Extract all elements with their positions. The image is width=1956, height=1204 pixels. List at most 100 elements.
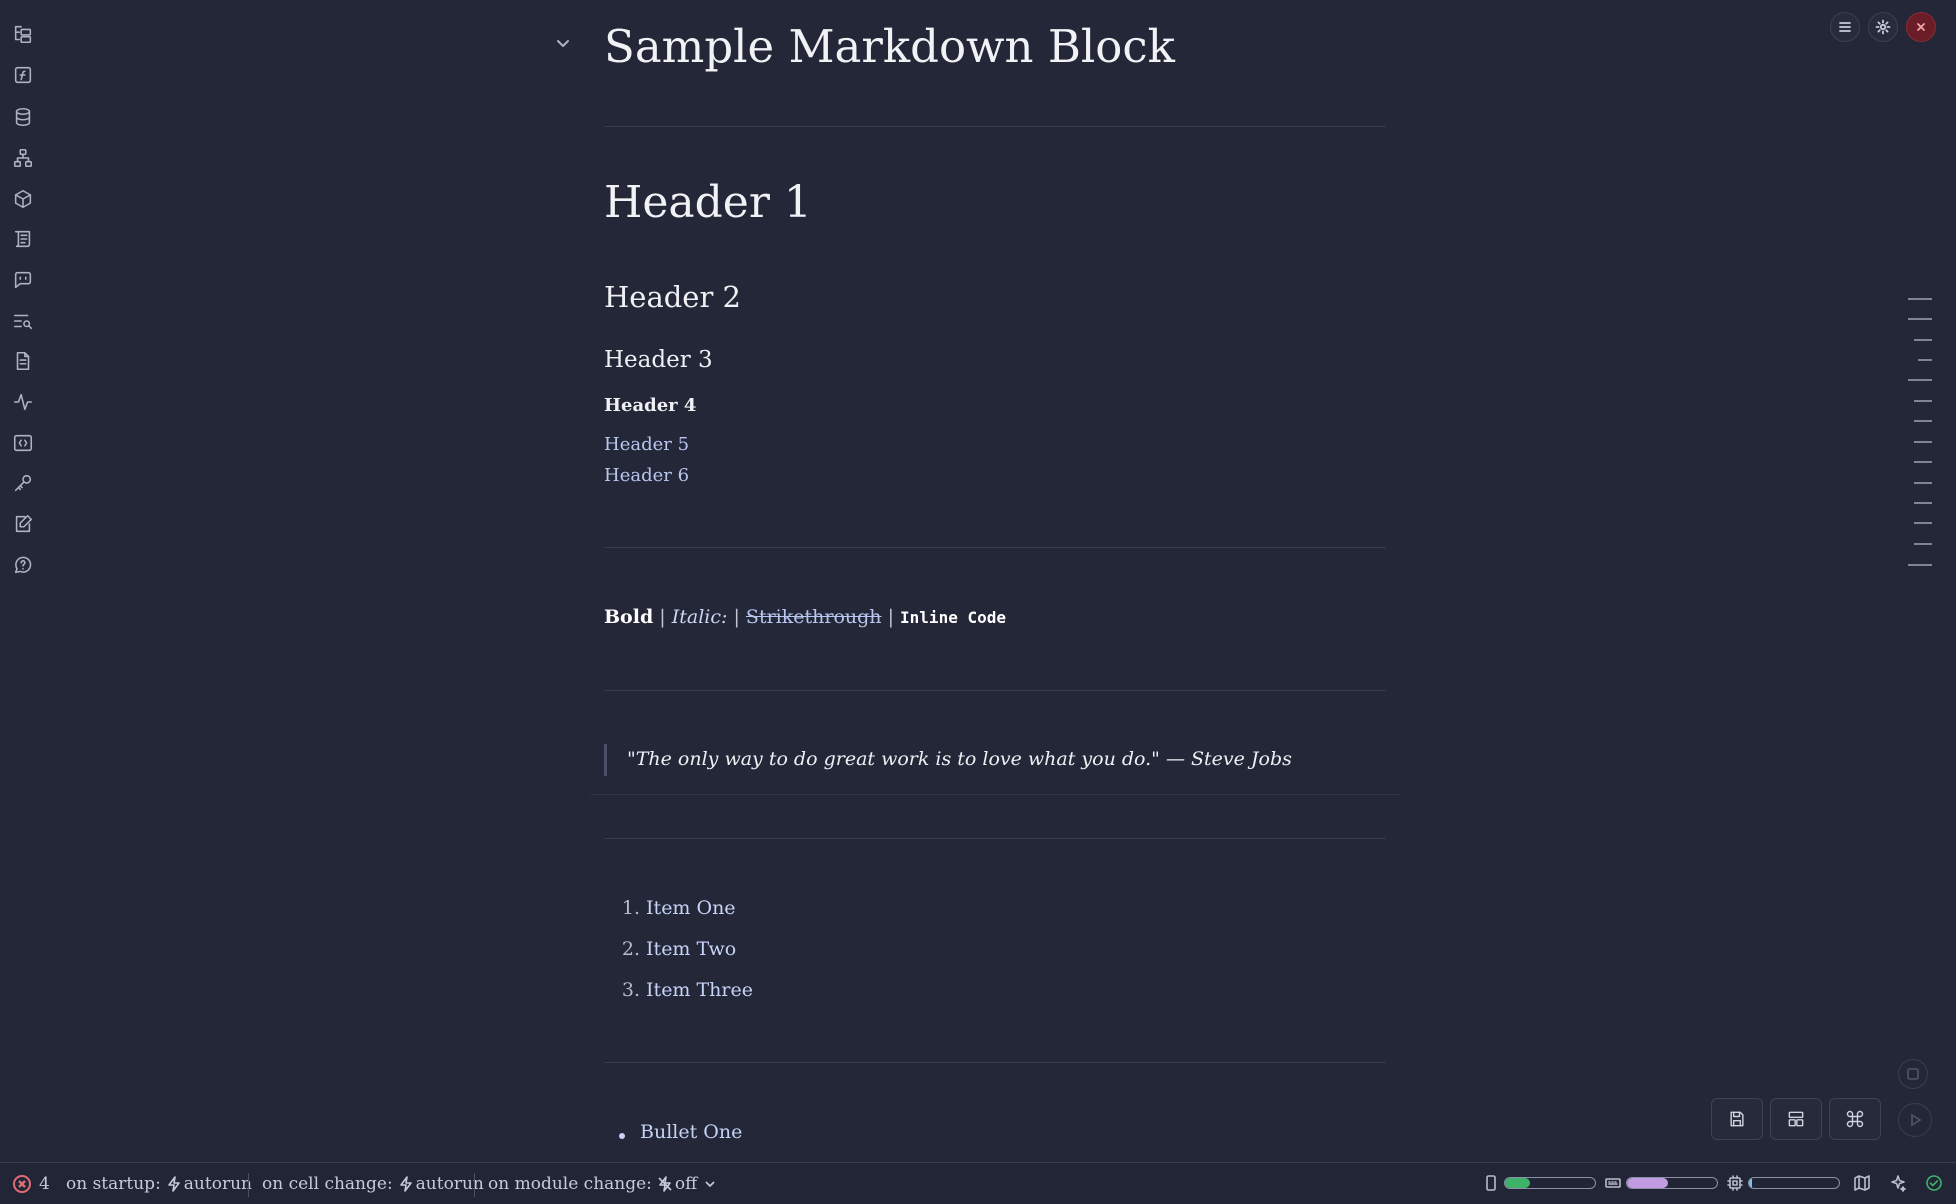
gpu-meter[interactable] [1626,1177,1718,1189]
outline-line[interactable] [1908,298,1932,300]
on-cell-change-label: on cell change: [262,1173,393,1194]
outline-line[interactable] [1914,339,1932,341]
blockquote-bar [604,744,607,776]
function-icon[interactable] [10,62,36,88]
dependency-graph-icon[interactable] [10,145,36,171]
outline-line[interactable] [1914,461,1932,463]
divider [604,547,1386,548]
cpu-meter-fill [1749,1178,1752,1188]
on-cell-change-setting[interactable]: on cell change: autorun [262,1163,484,1204]
on-startup-setting[interactable]: on startup: autorun [66,1163,252,1204]
header-6: Header 6 [604,465,690,486]
error-icon [13,1174,31,1193]
outline-line[interactable] [1914,420,1932,422]
list-number: 2. [621,938,640,960]
italic-text: Italic: [671,606,728,628]
bolt-icon [167,1175,181,1192]
sparkles-icon[interactable] [1889,1174,1907,1192]
menu-icon [1839,22,1851,32]
play-icon [1911,1113,1922,1127]
outline-line[interactable] [1914,522,1932,524]
file-tree-icon[interactable] [10,21,36,47]
chevron-down-icon [703,1176,717,1192]
help-icon[interactable] [10,552,36,578]
cpu-icon [1726,1174,1744,1192]
inline-code: Inline Code [900,608,1006,627]
bullet-item: Bullet One [640,1121,743,1143]
on-module-change-setting[interactable]: on module change: off [488,1163,720,1204]
cpu-meter[interactable] [1748,1177,1840,1189]
stop-icon [1907,1068,1919,1080]
outline-line[interactable] [1908,318,1932,320]
settings-button[interactable] [1868,12,1898,42]
outline-line[interactable] [1914,482,1932,484]
menu-button[interactable] [1830,12,1860,42]
key-icon[interactable] [10,470,36,496]
strikethrough-text: Strikethrough [745,606,882,628]
divider [604,126,1386,127]
run-button[interactable] [1898,1103,1932,1137]
bolt-off-icon [658,1175,672,1192]
map-icon[interactable] [1853,1174,1871,1192]
command-icon [1846,1110,1864,1128]
command-palette-button[interactable] [1829,1098,1881,1140]
header-3: Header 3 [604,347,713,373]
outline-line[interactable] [1918,359,1932,361]
close-icon [1917,23,1925,31]
layout-button[interactable] [1770,1098,1822,1140]
list-number: 1. [621,897,640,919]
header-2: Header 2 [604,280,741,314]
outline-icon[interactable] [10,226,36,252]
gear-icon [1875,19,1891,35]
divider [604,838,1386,839]
memory-meter[interactable] [1504,1177,1596,1189]
separator: | [659,606,666,628]
on-module-change-value: off [674,1173,698,1194]
list-item: 1. Item One [604,897,736,919]
status-bar: 4 on startup: autorun on cell change: au… [0,1162,1956,1204]
save-icon [1730,1111,1744,1127]
list-item-text: Item Three [646,979,753,1001]
outline-line[interactable] [1914,400,1932,402]
outline-line[interactable] [1914,502,1932,504]
error-indicator[interactable]: 4 [13,1163,50,1204]
divider [248,1173,249,1197]
divider [604,690,1386,691]
chat-icon[interactable] [10,267,36,293]
list-item: 2. Item Two [604,938,736,960]
edit-note-icon[interactable] [10,511,36,537]
search-list-icon[interactable] [10,308,36,334]
on-startup-value: autorun [183,1173,252,1194]
outline-line[interactable] [1914,543,1932,545]
activity-icon[interactable] [10,389,36,415]
bold-text: Bold [604,606,654,628]
bolt-icon [399,1175,413,1192]
save-button[interactable] [1711,1098,1763,1140]
blockquote: "The only way to do great work is to lov… [627,748,1292,770]
outline-line[interactable] [1908,379,1932,381]
header-1: Header 1 [604,177,812,228]
inline-formatting-row: Bold | Italic: | Strikethrough | Inline … [604,606,1006,628]
top-actions [1830,12,1936,42]
gpu-icon [1604,1174,1622,1192]
list-item-text: Item Two [646,938,737,960]
divider [604,1062,1386,1063]
header-5: Header 5 [604,434,690,455]
package-icon[interactable] [10,186,36,212]
document-title: Sample Markdown Block [604,20,1175,73]
code-snippet-icon[interactable] [10,430,36,456]
collapse-chevron-icon[interactable] [553,33,573,53]
document-icon[interactable] [10,348,36,374]
separator: | [733,606,740,628]
header-4: Header 4 [604,395,697,416]
list-number: 3. [621,979,640,1001]
outline-line[interactable] [1908,564,1932,566]
close-button[interactable] [1906,12,1936,42]
separator: | [887,606,894,628]
database-icon[interactable] [10,104,36,130]
error-count: 4 [39,1173,50,1194]
stop-button[interactable] [1898,1059,1928,1089]
memory-icon [1482,1174,1500,1192]
outline-line[interactable] [1914,441,1932,443]
connected-status-icon[interactable] [1925,1174,1943,1192]
